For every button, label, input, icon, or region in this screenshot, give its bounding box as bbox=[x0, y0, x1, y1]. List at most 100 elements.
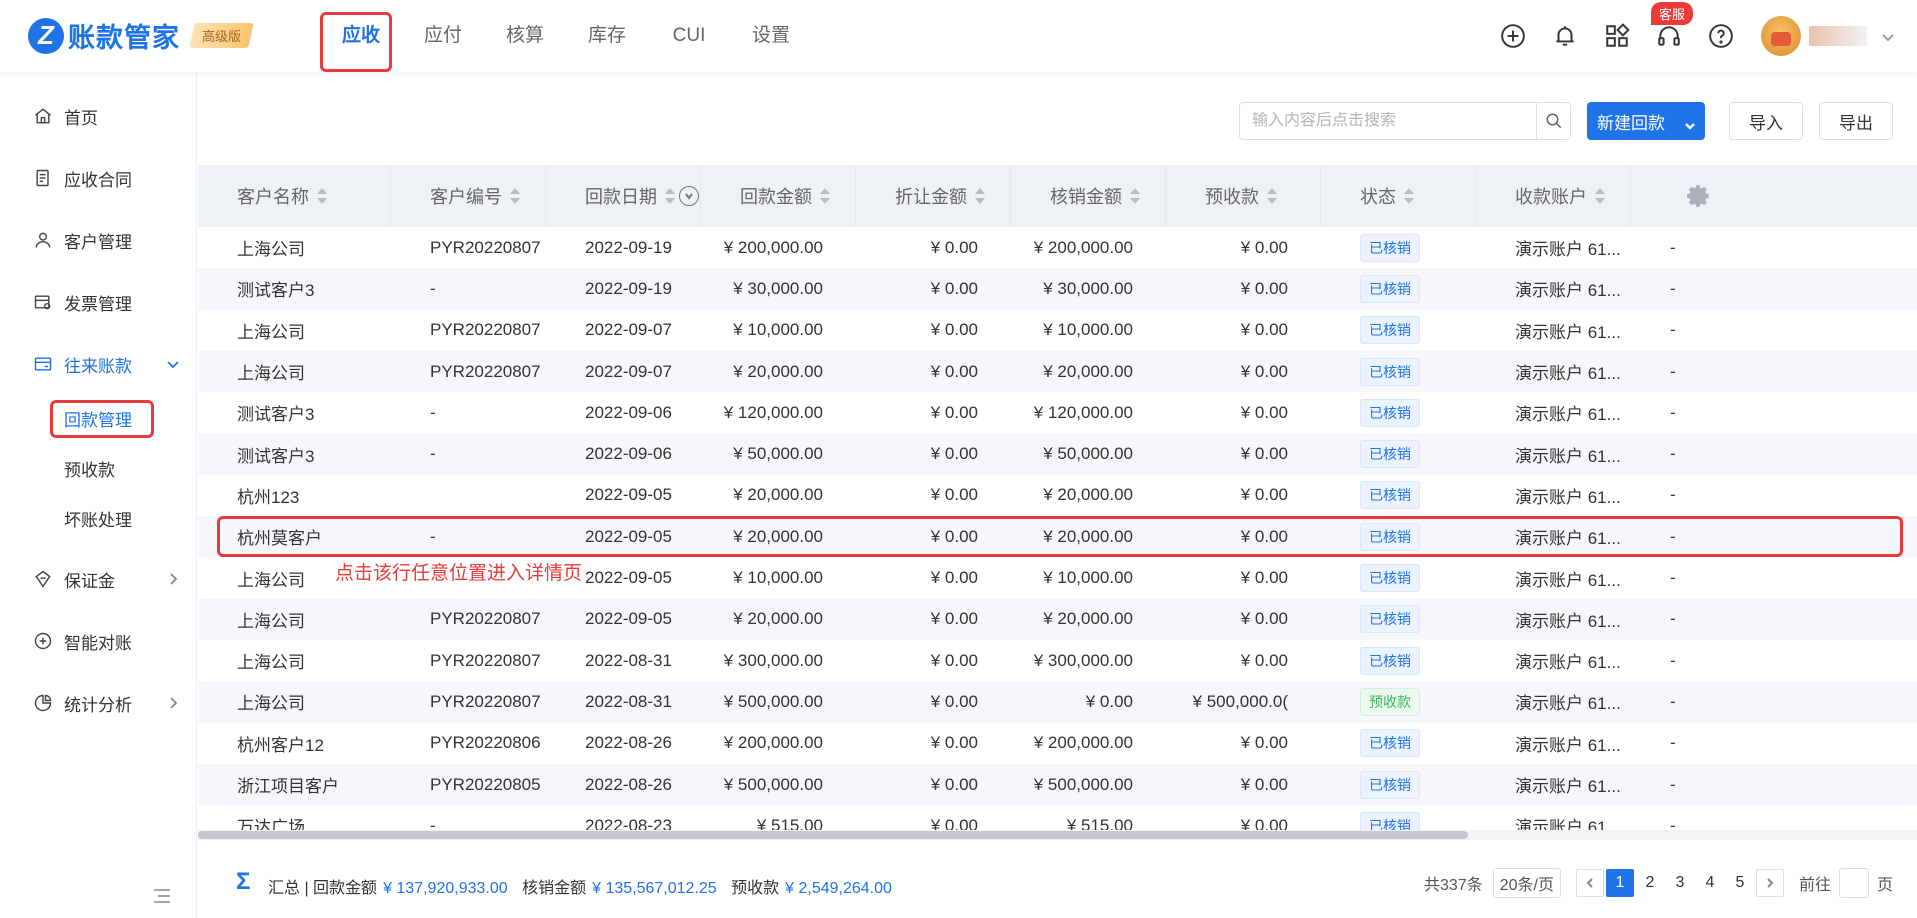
gear-icon[interactable] bbox=[1686, 183, 1712, 209]
sidebar-item-home[interactable]: 首页 bbox=[0, 96, 197, 136]
menu-collapse-icon[interactable] bbox=[150, 884, 174, 908]
tab-receivable[interactable]: 应收 bbox=[320, 0, 402, 72]
column-header-writeoff-amount[interactable]: 核销金额 bbox=[1011, 165, 1166, 227]
cell-receipt-amount: ¥ 120,000.00 bbox=[723, 402, 823, 422]
column-header-status[interactable]: 状态 bbox=[1321, 165, 1476, 227]
help-icon[interactable] bbox=[1695, 0, 1747, 72]
page-size-select[interactable]: 20条/页 bbox=[1492, 868, 1561, 898]
cell-customer-code: PYR20220807 bbox=[430, 361, 541, 381]
column-header-label: 预收款 bbox=[1205, 187, 1259, 207]
sort-icon[interactable] bbox=[820, 188, 830, 204]
goto-page-input[interactable] bbox=[1838, 868, 1869, 898]
table-row[interactable]: 浙江项目客户 PYR20220805 2022-08-26 ¥ 500,000.00 ¥… bbox=[198, 763, 1917, 806]
column-header-customer-name[interactable]: 客户名称 bbox=[198, 165, 391, 227]
cell-customer-name: 上海公司 bbox=[237, 694, 305, 714]
next-page-button[interactable] bbox=[1755, 869, 1784, 897]
sidebar-item-customers[interactable]: 客户管理 bbox=[0, 220, 197, 260]
logo[interactable]: Z 账款管家 高级版 bbox=[28, 16, 254, 55]
column-header-receipt-date[interactable]: 回款日期 bbox=[546, 165, 701, 227]
avatar[interactable] bbox=[1761, 16, 1801, 56]
column-header-prepaid-amount[interactable]: 预收款 bbox=[1166, 165, 1321, 227]
sort-icon[interactable] bbox=[975, 188, 985, 204]
export-button[interactable]: 导出 bbox=[1819, 102, 1893, 140]
horizontal-scrollbar[interactable] bbox=[198, 830, 1917, 840]
apps-grid-icon[interactable] bbox=[1591, 0, 1643, 72]
page-button[interactable]: 3 bbox=[1666, 869, 1694, 897]
table-row[interactable]: 测试客户3 - 2022-09-19 ¥ 30,000.00 ¥ 0.00 ¥ 30,00… bbox=[198, 268, 1917, 310]
cell-receiving-account: 演示账户 61... bbox=[1515, 322, 1621, 342]
sidebar-item-contracts[interactable]: 应收合同 bbox=[0, 158, 197, 198]
sidebar-sub-item-bad-debt[interactable]: 坏账处理 bbox=[0, 498, 197, 538]
table-row[interactable]: 上海公司 PYR20220807 2022-09-05 ¥ 20,000.00 ¥ 0.… bbox=[198, 598, 1917, 640]
sidebar-item-reconcile[interactable]: 智能对账 bbox=[0, 621, 197, 661]
cell-discount-amount: ¥ 0.00 bbox=[930, 361, 978, 381]
home-icon bbox=[32, 105, 54, 127]
user-name[interactable] bbox=[1809, 26, 1867, 46]
sidebar-item-label: 往来账款 bbox=[64, 356, 132, 376]
sidebar-sub-item-receipts[interactable]: 回款管理 bbox=[0, 398, 197, 438]
cell-writeoff-amount: ¥ 20,000.00 bbox=[1043, 609, 1133, 629]
table-row[interactable]: 上海公司 PYR20220807 2022-08-31 ¥ 300,000.00 ¥ 0… bbox=[198, 640, 1917, 681]
sort-icon[interactable] bbox=[1595, 188, 1605, 204]
bell-icon[interactable] bbox=[1539, 0, 1591, 72]
search-button[interactable] bbox=[1537, 102, 1571, 140]
column-header-customer-code[interactable]: 客户编号 bbox=[391, 165, 546, 227]
sidebar-item-accounts[interactable]: 往来账款 bbox=[0, 344, 197, 384]
sidebar-item-deposit[interactable]: 保证金 bbox=[0, 559, 197, 599]
tab-settings[interactable]: 设置 bbox=[730, 0, 812, 72]
sidebar-item-label: 应收合同 bbox=[64, 170, 132, 190]
table-footer: Σ 汇总 | 回款金额 ¥ 137,920,933.00 核销金额 ¥ 135,56… bbox=[198, 858, 1917, 908]
cell-receipt-amount: ¥ 20,000.00 bbox=[733, 526, 823, 546]
sidebar-item-statistics[interactable]: 统计分析 bbox=[0, 683, 197, 723]
sort-icon[interactable] bbox=[1267, 188, 1277, 204]
table-row[interactable]: 上海公司 PYR20220807 2022-08-31 ¥ 500,000.00 ¥ 0… bbox=[198, 681, 1917, 723]
table-row[interactable]: 上海公司 PYR20220807 2022-09-07 ¥ 10,000.00 ¥ 0.… bbox=[198, 310, 1917, 351]
table-row[interactable]: 测试客户3 - 2022-09-06 ¥ 120,000.00 ¥ 0.00 ¥ 120,… bbox=[198, 392, 1917, 433]
table-row[interactable]: 杭州莫客户 - 2022-09-05 ¥ 20,000.00 ¥ 0.00 ¥ 20,00… bbox=[198, 516, 1917, 558]
page-button[interactable]: 4 bbox=[1696, 869, 1724, 897]
chevron-down-icon[interactable] bbox=[1881, 29, 1895, 43]
new-receipt-button[interactable]: 新建回款 bbox=[1587, 102, 1705, 140]
table-row[interactable]: 上海公司 PYR20220807 2022-09-19 ¥ 200,000.00 ¥ 0… bbox=[198, 227, 1917, 268]
sort-icon[interactable] bbox=[317, 188, 327, 204]
page-button[interactable]: 1 bbox=[1605, 869, 1634, 897]
chevron-down-icon[interactable] bbox=[1685, 116, 1695, 130]
tab-cui[interactable]: CUI bbox=[648, 0, 730, 72]
sidebar-sub-item-prepaid[interactable]: 预收款 bbox=[0, 448, 197, 488]
deposit-icon bbox=[32, 568, 54, 590]
column-header-discount-amount[interactable]: 折让金额 bbox=[856, 165, 1011, 227]
pagination: 共337条 20条/页 1 2 3 4 5 前往 页 bbox=[1424, 868, 1893, 898]
table-row[interactable]: 杭州123 2022-09-05 ¥ 20,000.00 ¥ 0.00 ¥ 20,000… bbox=[198, 475, 1917, 516]
filter-dropdown-icon[interactable] bbox=[679, 186, 699, 206]
cell-discount-amount: ¥ 0.00 bbox=[930, 402, 978, 422]
tab-payable[interactable]: 应付 bbox=[402, 0, 484, 72]
cell-status: 已核销 bbox=[1321, 392, 1476, 433]
page-button[interactable]: 2 bbox=[1636, 869, 1664, 897]
table-row[interactable]: 测试客户3 - 2022-09-06 ¥ 50,000.00 ¥ 0.00 ¥ 50,00… bbox=[198, 433, 1917, 475]
sort-icon[interactable] bbox=[1130, 188, 1140, 204]
import-button[interactable]: 导入 bbox=[1729, 102, 1803, 140]
column-header-receiving-account[interactable]: 收款账户 bbox=[1476, 165, 1631, 227]
add-circle-icon[interactable] bbox=[1487, 0, 1539, 72]
page-button[interactable]: 5 bbox=[1726, 869, 1754, 897]
sort-icon[interactable] bbox=[510, 188, 520, 204]
tab-inventory[interactable]: 库存 bbox=[566, 0, 648, 72]
table-row[interactable]: 上海公司 PYR20220807 2022-09-07 ¥ 20,000.00 ¥ 0.… bbox=[198, 350, 1917, 393]
sort-icon[interactable] bbox=[665, 188, 675, 204]
reconcile-icon bbox=[32, 630, 54, 652]
status-badge: 已核销 bbox=[1360, 233, 1420, 262]
prev-page-button[interactable] bbox=[1575, 869, 1604, 897]
search-input[interactable] bbox=[1252, 112, 1536, 130]
customer-service-button[interactable]: 客服 bbox=[1643, 0, 1695, 72]
scrollbar-thumb[interactable] bbox=[198, 831, 1468, 839]
column-header-receipt-amount[interactable]: 回款金额 bbox=[701, 165, 856, 227]
table-row[interactable]: 杭州客户12 PYR20220806 2022-08-26 ¥ 200,000.00 ¥… bbox=[198, 723, 1917, 764]
sort-icon[interactable] bbox=[1404, 188, 1414, 204]
cell-prepaid-amount: ¥ 0.00 bbox=[1240, 568, 1288, 588]
sidebar-sub-label: 坏账处理 bbox=[64, 510, 132, 530]
cell-receipt-date: 2022-09-07 bbox=[585, 361, 672, 381]
sidebar-item-invoices[interactable]: 发票管理 bbox=[0, 282, 197, 322]
column-header-label: 回款金额 bbox=[740, 187, 812, 207]
receipts-table: 客户名称 客户编号 回款日期 回款金额 折让金额 核销金额 预收款 状态 收款账户 上海公司 PY… bbox=[198, 165, 1917, 835]
tab-accounting[interactable]: 核算 bbox=[484, 0, 566, 72]
